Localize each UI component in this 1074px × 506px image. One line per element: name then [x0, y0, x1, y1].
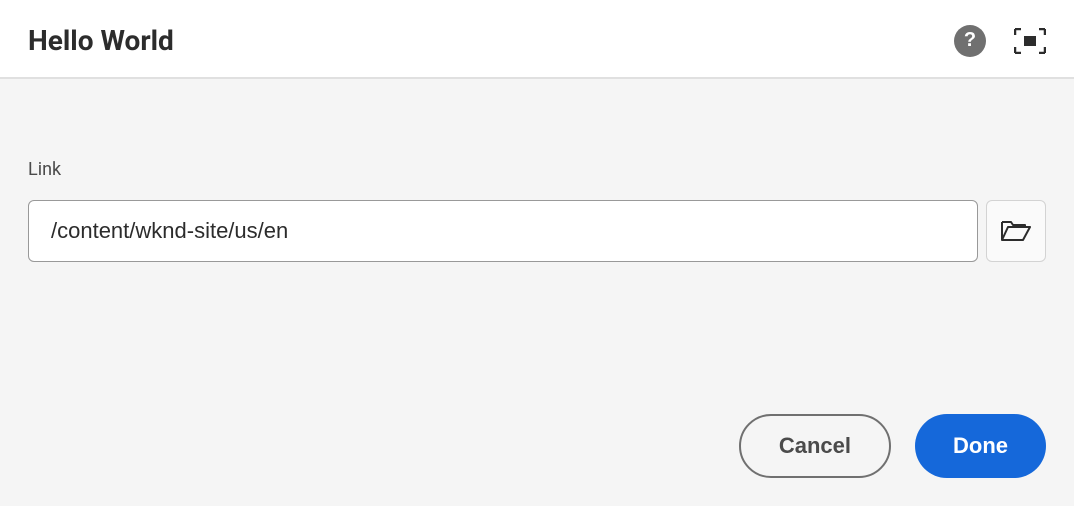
fullscreen-icon [1014, 28, 1046, 54]
fullscreen-button[interactable] [1014, 25, 1046, 57]
help-icon: ? [964, 29, 976, 52]
link-field-label: Link [28, 159, 1046, 180]
help-button[interactable]: ? [954, 25, 986, 57]
dialog: Hello World ? Link [0, 0, 1074, 506]
done-button[interactable]: Done [915, 414, 1046, 478]
folder-open-icon [1001, 219, 1031, 243]
link-input[interactable] [28, 200, 978, 262]
header-actions: ? [954, 25, 1046, 57]
dialog-footer: Cancel Done [0, 414, 1074, 506]
dialog-body: Link [0, 79, 1074, 414]
browse-button[interactable] [986, 200, 1046, 262]
dialog-header: Hello World ? [0, 0, 1074, 79]
dialog-title: Hello World [28, 24, 174, 57]
link-field-row [28, 200, 1046, 262]
cancel-button[interactable]: Cancel [739, 414, 891, 478]
